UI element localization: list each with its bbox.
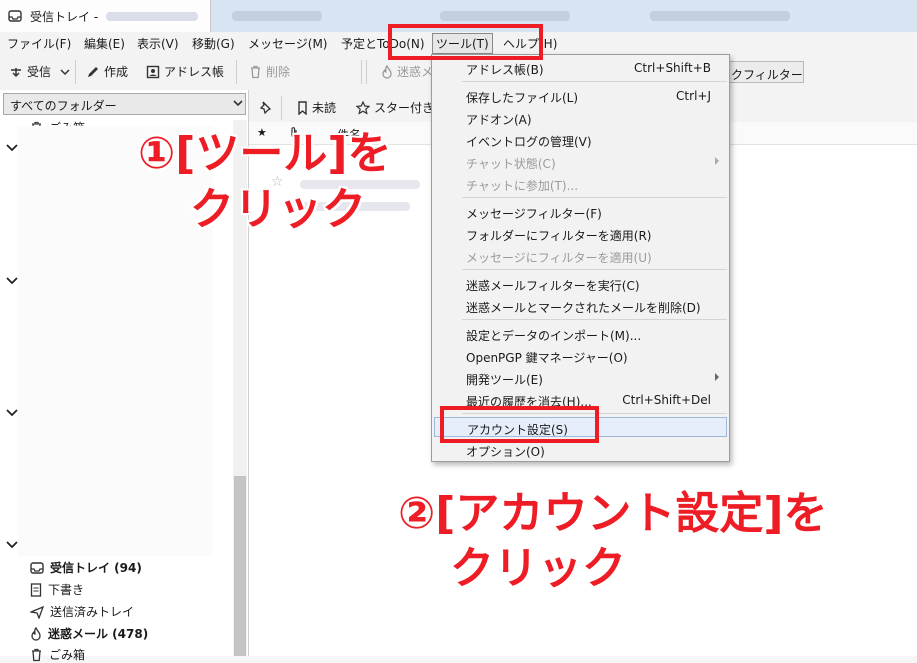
menu-item-delete-junk[interactable]: 迷惑メールとマークされたメールを削除(D) xyxy=(432,296,729,316)
folder-scrollbar-thumb[interactable] xyxy=(234,476,246,656)
trash-icon xyxy=(30,648,43,662)
address-book-button[interactable]: アドレス帳 xyxy=(146,63,224,80)
chevron-down-icon[interactable] xyxy=(6,408,18,418)
chevron-down-icon xyxy=(232,97,244,109)
toolbar-divider xyxy=(366,60,367,84)
write-button[interactable]: 作成 xyxy=(86,63,128,80)
folder-label: 下書き xyxy=(48,583,85,597)
delete-button[interactable]: 削除 xyxy=(249,63,290,80)
folder-mode-select[interactable]: すべてのフォルダー xyxy=(3,93,246,115)
folder-sent[interactable]: 送信済みトレイ xyxy=(30,603,134,620)
menu-separator xyxy=(462,269,727,270)
menu-item-run-junk-filter[interactable]: 迷惑メールフィルターを実行(C) xyxy=(432,274,729,294)
quick-filter-label: クフィルター xyxy=(731,68,803,82)
inbox-icon xyxy=(8,9,22,23)
address-book-icon xyxy=(146,65,160,79)
blurred-folder-area xyxy=(18,126,213,556)
tools-menu: アドレス帳(B) Ctrl+Shift+B 保存したファイル(L) Ctrl+J… xyxy=(431,54,730,462)
unread-label: 未読 xyxy=(312,101,337,115)
drafts-icon xyxy=(30,582,42,597)
bookmark-icon xyxy=(297,100,308,115)
inbox-icon xyxy=(30,561,44,575)
menu-go[interactable]: 移動(G) xyxy=(189,35,238,52)
menu-message[interactable]: メッセージ(M) xyxy=(245,35,330,52)
starred-filter-button[interactable]: スター付き xyxy=(356,99,434,116)
folder-trash[interactable]: ごみ箱 xyxy=(30,646,85,663)
chevron-down-icon[interactable] xyxy=(6,276,18,286)
menu-item-run-filters-folder[interactable]: フォルダーにフィルターを適用(R) xyxy=(432,224,729,244)
menu-item-address-book[interactable]: アドレス帳(B) Ctrl+Shift+B xyxy=(432,58,729,78)
blurred-tab xyxy=(232,11,322,21)
folder-mode-label: すべてのフォルダー xyxy=(10,99,117,113)
menu-separator xyxy=(462,319,727,320)
menu-item-chat-status[interactable]: チャット状態(C) xyxy=(432,152,729,172)
blurred-tab xyxy=(440,11,570,21)
menu-item-saved-files[interactable]: 保存したファイル(L) Ctrl+J xyxy=(432,86,729,106)
get-mail-label: 受信 xyxy=(27,65,52,79)
menu-item-addons[interactable]: アドオン(A) xyxy=(432,108,729,128)
starred-label: スター付き xyxy=(374,101,435,115)
menu-edit[interactable]: 編集(E) xyxy=(81,35,128,52)
junk-icon xyxy=(30,626,42,641)
chevron-right-icon xyxy=(715,373,719,381)
folder-drafts[interactable]: 下書き xyxy=(30,581,84,598)
menu-file[interactable]: ファイル(F) xyxy=(4,35,74,52)
menu-view[interactable]: 表示(V) xyxy=(134,35,182,52)
chevron-down-icon[interactable] xyxy=(6,143,18,153)
chevron-right-icon xyxy=(715,157,719,165)
menu-separator xyxy=(462,197,727,198)
star-icon xyxy=(356,100,370,115)
delete-label: 削除 xyxy=(266,65,291,79)
sent-icon xyxy=(30,605,44,619)
address-book-label: アドレス帳 xyxy=(164,65,225,79)
tab-title: 受信トレイ - xyxy=(30,10,99,24)
chevron-down-icon[interactable] xyxy=(60,68,70,76)
pin-icon[interactable] xyxy=(259,100,273,114)
annotation-step2-line2: クリック xyxy=(450,543,626,594)
menu-item-run-filters-message[interactable]: メッセージにフィルターを適用(U) xyxy=(432,246,729,266)
chevron-down-icon[interactable] xyxy=(6,540,18,550)
write-label: 作成 xyxy=(104,65,129,79)
menu-separator xyxy=(462,81,727,82)
download-icon xyxy=(9,65,23,79)
folder-label: 送信済みトレイ xyxy=(50,605,135,619)
flame-icon xyxy=(381,64,393,79)
annotation-step1-line2: クリック xyxy=(190,184,366,235)
toolbar-divider xyxy=(281,96,282,120)
blurred-tab xyxy=(650,11,790,21)
menu-item-options[interactable]: オプション(O) xyxy=(432,440,729,460)
toolbar-divider xyxy=(361,60,362,84)
folder-junk[interactable]: 迷惑メール (478) xyxy=(30,625,148,642)
menu-item-import[interactable]: 設定とデータのインポート(M)... xyxy=(432,324,729,344)
folder-label: 迷惑メール (478) xyxy=(48,627,149,641)
inbox-tab[interactable]: 受信トレイ - xyxy=(0,0,211,32)
unread-filter-button[interactable]: 未読 xyxy=(297,99,336,116)
folder-label: ごみ箱 xyxy=(49,648,86,662)
folder-inbox[interactable]: 受信トレイ (94) xyxy=(30,559,142,576)
blurred-account xyxy=(106,12,198,21)
menu-item-openpgp-key-manager[interactable]: OpenPGP 鍵マネージャー(O) xyxy=(432,346,729,366)
junk-button[interactable]: 迷惑メ xyxy=(381,63,433,80)
junk-label: 迷惑メ xyxy=(397,65,434,79)
menu-item-developer-tools[interactable]: 開発ツール(E) xyxy=(432,368,729,388)
toolbar-divider xyxy=(236,60,237,84)
trash-icon xyxy=(249,65,262,79)
menu-item-join-chat[interactable]: チャットに参加(T)... xyxy=(432,174,729,194)
menu-item-activity-manager[interactable]: イベントログの管理(V) xyxy=(432,130,729,150)
annotation-step2-line1: ②[アカウント設定]を xyxy=(398,488,828,539)
toolbar-divider xyxy=(75,60,76,84)
highlight-tools-menu xyxy=(388,24,543,60)
pencil-icon xyxy=(86,65,100,79)
folder-label: 受信トレイ (94) xyxy=(50,561,142,575)
quick-filter-button[interactable]: クフィルター xyxy=(724,61,804,83)
annotation-step1-line1: ①[ツール]を xyxy=(138,128,392,179)
get-mail-button[interactable]: 受信 xyxy=(9,63,51,80)
menu-item-message-filters[interactable]: メッセージフィルター(F) xyxy=(432,202,729,222)
highlight-account-settings xyxy=(440,406,599,443)
